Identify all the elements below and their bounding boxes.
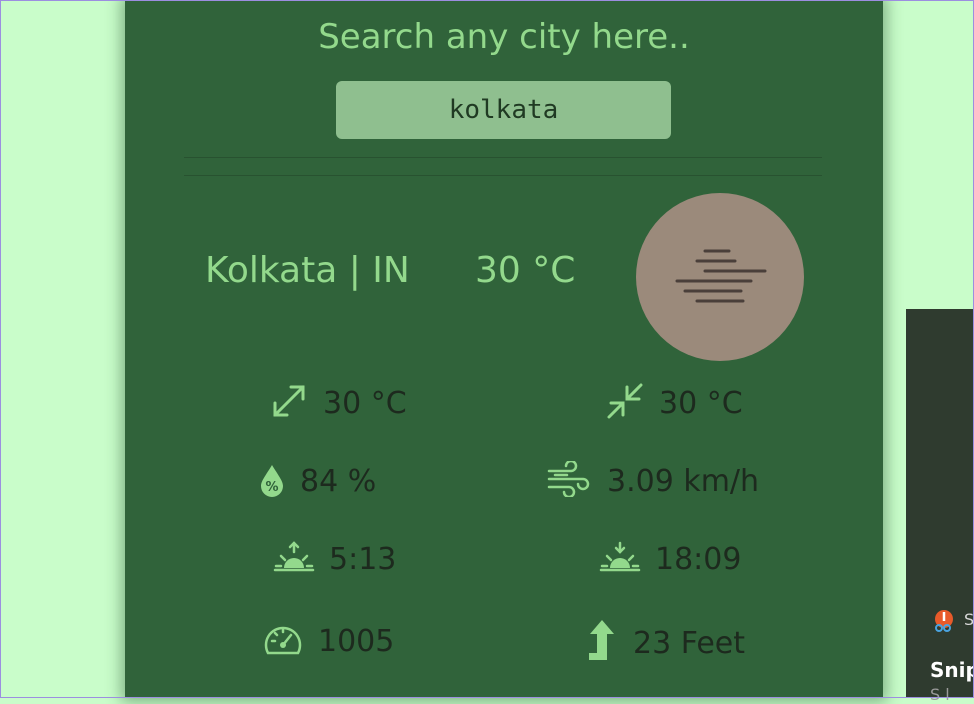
- wind-stat: 3.09 km/h: [547, 459, 760, 501]
- notification-subtitle: S l: [930, 685, 950, 704]
- sunrise-icon: [273, 540, 315, 578]
- humidity-drop-icon: %: [258, 461, 286, 501]
- divider: [184, 175, 822, 176]
- sunset-icon: [599, 540, 641, 578]
- weather-card: Search any city here.. kolkata Kolkata |…: [125, 0, 883, 698]
- current-temperature: 30 °C: [475, 250, 576, 291]
- elevation-stat: 23 Feet: [585, 618, 745, 668]
- notification-panel[interactable]: S Snip S l: [906, 309, 974, 704]
- mist-icon: [675, 249, 767, 303]
- gauge-icon: [262, 621, 304, 661]
- humidity-value: 84 %: [300, 463, 377, 499]
- notification-title: Snip: [930, 658, 974, 682]
- min-temp-stat: 30 °C: [605, 381, 743, 425]
- max-temp-stat: 30 °C: [269, 381, 407, 425]
- sunrise-stat: 5:13: [273, 540, 396, 578]
- sunset-value: 18:09: [655, 541, 742, 577]
- pressure-stat: 1005: [262, 621, 394, 661]
- compress-arrows-icon: [605, 381, 645, 425]
- divider: [184, 157, 822, 158]
- sunrise-value: 5:13: [329, 541, 397, 577]
- elevation-value: 23 Feet: [633, 625, 746, 661]
- city-name: Kolkata | IN: [205, 250, 410, 291]
- weather-icon-circle: [636, 193, 804, 361]
- max-temp-value: 30 °C: [323, 385, 407, 421]
- arrow-up-icon: [585, 618, 619, 668]
- search-heading: Search any city here..: [318, 17, 690, 57]
- city-search-input[interactable]: kolkata: [336, 81, 671, 139]
- svg-text:%: %: [265, 480, 278, 495]
- min-temp-value: 30 °C: [659, 385, 743, 421]
- notification-app-name: S: [964, 610, 974, 629]
- sunset-stat: 18:09: [599, 540, 741, 578]
- snipping-tool-icon: [932, 609, 956, 637]
- pressure-value: 1005: [318, 623, 395, 659]
- wind-icon: [547, 459, 593, 501]
- wind-value: 3.09 km/h: [607, 463, 760, 499]
- expand-arrows-icon: [269, 381, 309, 425]
- humidity-stat: % 84 %: [258, 461, 376, 501]
